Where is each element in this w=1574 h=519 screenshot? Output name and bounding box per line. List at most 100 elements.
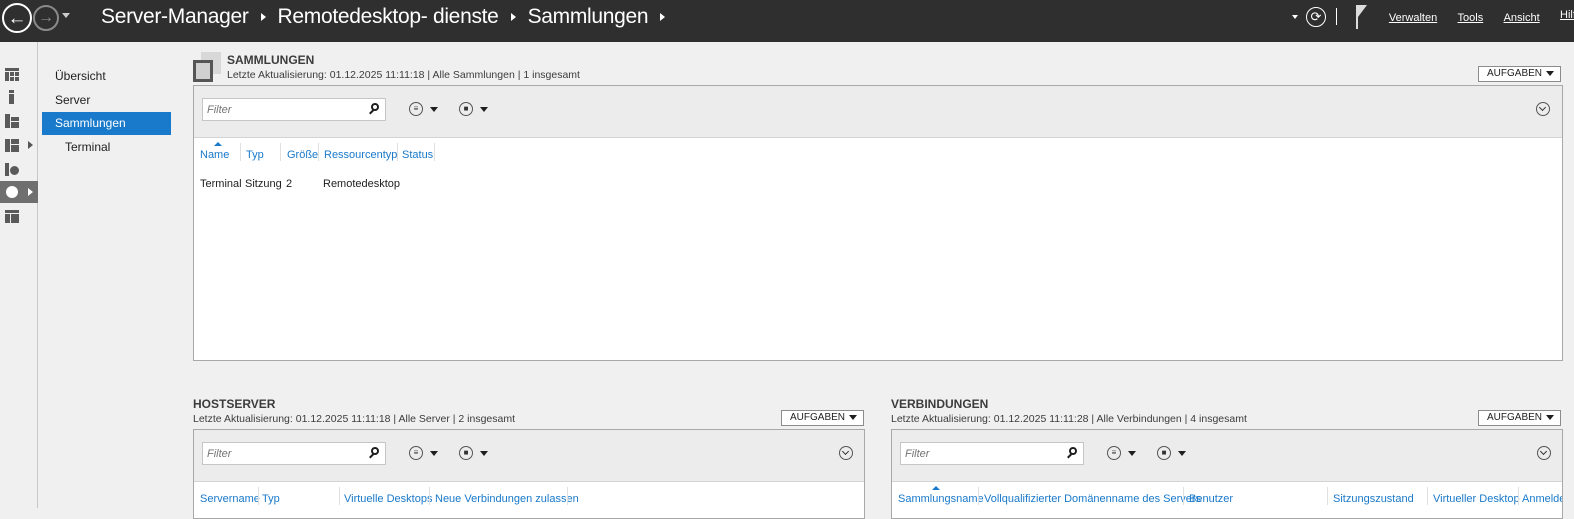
nav-item-uebersicht[interactable]: Übersicht (42, 65, 171, 88)
column-header-groesse[interactable]: Größe (287, 149, 318, 161)
column-divider[interactable] (258, 487, 259, 505)
save-query-icon[interactable]: ■ (459, 446, 473, 460)
refresh-icon[interactable]: ⟳ (1305, 6, 1326, 27)
menu-tools[interactable]: Tools (1458, 12, 1484, 24)
dashboard-icon[interactable] (0, 63, 38, 85)
column-header-typ[interactable]: Typ (246, 149, 264, 161)
column-divider[interactable] (339, 487, 340, 505)
chevron-down-icon[interactable] (430, 451, 438, 456)
column-header-ressourcentyp[interactable]: Ressourcentyp (324, 149, 397, 161)
chevron-down-icon[interactable] (480, 107, 488, 112)
collections-title: SAMMLUNGEN (227, 53, 315, 67)
menu-ansicht[interactable]: Ansicht (1504, 12, 1540, 24)
title-bar-actions: ⟳ Verwalten Tools Ansicht Hilfe (1291, 0, 1574, 33)
column-header-neue-verbindungen[interactable]: Neue Verbindungen zulassen (435, 493, 579, 505)
column-divider[interactable] (567, 487, 568, 505)
nav-item-sammlungen[interactable]: Sammlungen (42, 112, 171, 135)
collections-header: SAMMLUNGEN Letzte Aktualisierung: 01.12.… (227, 53, 580, 81)
column-divider[interactable] (240, 143, 241, 161)
chevron-down-icon[interactable] (1178, 451, 1186, 456)
wsus-icon[interactable] (0, 205, 38, 227)
column-header-fqdn[interactable]: Vollqualifizierter Domänenname des Serve… (984, 493, 1201, 505)
menu-hilfe[interactable]: Hilfe (1560, 9, 1574, 21)
column-header-name[interactable]: Name (200, 149, 229, 161)
all-servers-icon[interactable] (0, 110, 38, 132)
expand-arrow-icon[interactable] (28, 188, 33, 196)
hostserver-subtitle: Letzte Aktualisierung: 01.12.2025 11:11:… (193, 413, 516, 425)
column-divider[interactable] (434, 143, 435, 161)
hostserver-tasks-button[interactable]: AUFGABEN (781, 410, 864, 426)
column-divider[interactable] (280, 143, 281, 161)
chevron-down-icon (849, 415, 857, 420)
column-divider[interactable] (429, 487, 430, 505)
search-icon[interactable] (1066, 447, 1077, 459)
search-icon[interactable] (368, 447, 379, 459)
column-divider[interactable] (1183, 487, 1184, 505)
connections-title: VERBINDUNGEN (891, 397, 989, 411)
collections-tasks-button[interactable]: AUFGABEN (1478, 66, 1561, 82)
breadcrumb-sammlungen[interactable]: Sammlungen (528, 5, 649, 29)
sort-ascending-icon (214, 142, 222, 146)
chevron-down-icon (1546, 415, 1554, 420)
breadcrumb-server-manager[interactable]: Server-Manager (101, 5, 249, 29)
collections-filter-input[interactable] (203, 99, 353, 120)
sort-ascending-icon (932, 486, 940, 490)
expand-arrow-icon[interactable] (28, 141, 33, 149)
file-services-icon[interactable] (0, 134, 38, 156)
title-bar: ← → Server-Manager Remotedesktop- dienst… (0, 0, 1574, 42)
connections-tasks-button[interactable]: AUFGABEN (1478, 410, 1561, 426)
history-dropdown-icon[interactable] (62, 13, 70, 18)
cell-groesse: 2 (286, 178, 293, 190)
chevron-down-icon[interactable] (430, 107, 438, 112)
column-header-sammlungsname[interactable]: Sammlungsname (898, 493, 984, 505)
nav-item-terminal[interactable]: Terminal (42, 136, 171, 159)
tasks-label: AUFGABEN (1487, 412, 1543, 423)
column-divider[interactable] (1518, 487, 1519, 505)
breadcrumb-remotedesktop-dienste[interactable]: Remotedesktop- dienste (278, 5, 499, 29)
refresh-dropdown-icon[interactable] (1291, 14, 1298, 19)
forward-arrow-icon[interactable]: → (33, 5, 59, 31)
column-divider[interactable] (978, 487, 979, 505)
hostserver-filter-input[interactable] (203, 443, 353, 464)
hostserver-filter (202, 442, 386, 465)
column-divider[interactable] (397, 143, 398, 161)
column-header-sitzungszustand[interactable]: Sitzungszustand (1333, 493, 1414, 505)
column-divider[interactable] (1427, 487, 1428, 505)
divider (1335, 8, 1337, 25)
tasks-label: AUFGABEN (1487, 68, 1543, 79)
column-header-typ[interactable]: Typ (262, 493, 280, 505)
breadcrumb-separator-icon (260, 13, 266, 21)
menu-verwalten[interactable]: Verwalten (1389, 12, 1437, 24)
connections-filter-input[interactable] (901, 443, 1051, 464)
chevron-down-icon[interactable] (1128, 451, 1136, 456)
notifications-flag-icon[interactable] (1354, 4, 1368, 29)
collections-filter (202, 98, 386, 121)
remote-desktop-services-icon[interactable] (0, 181, 38, 203)
local-server-icon[interactable] (0, 86, 38, 108)
breadcrumb-separator-icon (510, 13, 516, 21)
column-header-benutzer[interactable]: Benutzer (1189, 493, 1233, 505)
column-header-virtueller-desktop[interactable]: Virtueller Desktop (1433, 493, 1520, 505)
tasks-label: AUFGABEN (790, 412, 846, 423)
column-header-status[interactable]: Status (402, 149, 433, 161)
back-arrow-icon[interactable]: ← (2, 3, 32, 33)
nav-item-server[interactable]: Server (42, 89, 171, 112)
collections-subtitle: Letzte Aktualisierung: 01.12.2025 11:11:… (227, 69, 580, 81)
list-view-icon[interactable]: ≡ (409, 102, 423, 116)
expand-icon[interactable] (839, 446, 853, 460)
search-icon[interactable] (368, 103, 379, 115)
expand-icon[interactable] (1536, 102, 1550, 116)
list-view-icon[interactable]: ≡ (1107, 446, 1121, 460)
chevron-down-icon[interactable] (480, 451, 488, 456)
list-view-icon[interactable]: ≡ (409, 446, 423, 460)
column-divider[interactable] (1327, 487, 1328, 505)
column-divider[interactable] (318, 143, 319, 161)
iis-icon[interactable] (0, 158, 38, 180)
save-query-icon[interactable]: ■ (459, 102, 473, 116)
expand-icon[interactable] (1537, 446, 1551, 460)
column-header-servername[interactable]: Servername (200, 493, 260, 505)
column-header-virtuelle-desktops[interactable]: Virtuelle Desktops (344, 493, 432, 505)
save-query-icon[interactable]: ■ (1157, 446, 1171, 460)
column-header-anmelde[interactable]: Anmelde (1522, 493, 1562, 505)
connections-toolbar: ≡ ■ (892, 430, 1562, 482)
